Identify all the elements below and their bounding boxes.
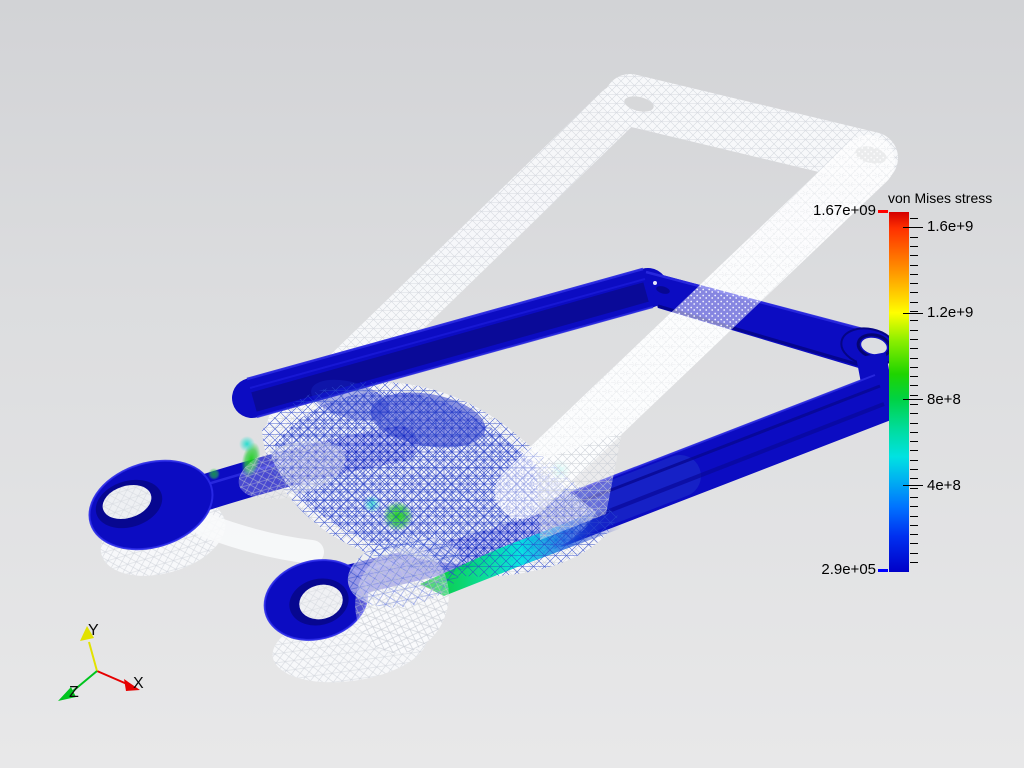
- axis-y-label: Y: [88, 622, 99, 639]
- wireframe-arm-left: [193, 513, 324, 564]
- deformed-stress-model: [88, 267, 908, 641]
- wireframe-end-plate-mesh: [604, 74, 898, 184]
- stress-hotspot-left-arm-teal: [239, 436, 255, 452]
- axis-x-line: [96, 670, 128, 685]
- stress-hotspot-small-green: [208, 468, 220, 480]
- deformed-plate-glint: [653, 281, 657, 285]
- axis-z-label: Z: [69, 684, 79, 701]
- orientation-axes-widget: X Y Z: [58, 622, 144, 701]
- wireframe-undeformed-model: [100, 74, 898, 683]
- axis-y-line: [88, 641, 98, 672]
- axis-x-label: X: [133, 675, 144, 692]
- deformed-upper-beam-core: [251, 282, 649, 412]
